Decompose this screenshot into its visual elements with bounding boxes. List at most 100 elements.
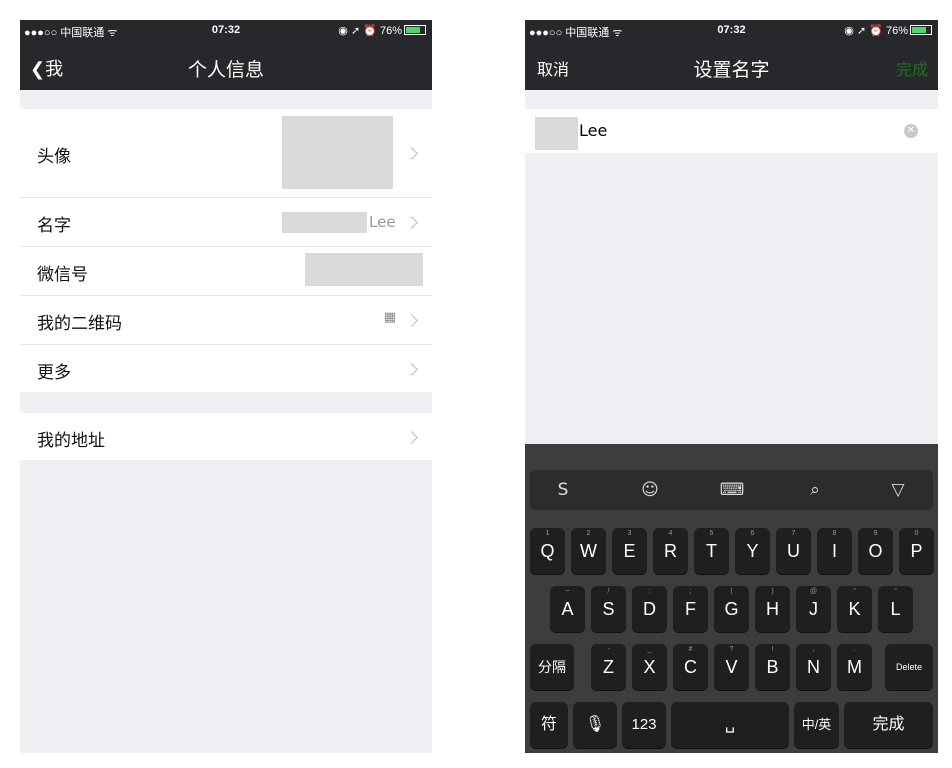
key-hint: ; [689, 588, 692, 595]
chevron-right-icon [405, 147, 418, 160]
qr-code-row[interactable]: 我的二维码 ▦ [20, 296, 432, 345]
key-u[interactable]: 7U [776, 528, 811, 574]
key-r[interactable]: 4R [653, 528, 688, 574]
key-b[interactable]: ! B [755, 644, 790, 690]
key-l[interactable]: “L [878, 586, 913, 632]
key-s[interactable]: / S [591, 586, 626, 632]
key-hint: 2 [586, 530, 591, 537]
chevron-right-icon [405, 314, 418, 327]
key-hint: 1 [545, 530, 550, 537]
key-hint: / [607, 588, 610, 595]
battery-icon [404, 25, 426, 35]
key-hint: “ [894, 588, 897, 595]
key-z[interactable]: -Z [591, 644, 626, 690]
profile-screen: ●●●○○ 中国联通 ᯤ 07:32 ◉ ➚ ⏰ 76% ❮我 个人信息 头像 … [20, 20, 432, 753]
chevron-right-icon [405, 431, 418, 444]
key-hint: 7 [791, 530, 796, 537]
key-hint: , [812, 646, 815, 653]
key-x[interactable]: _ X [632, 644, 667, 690]
key-e[interactable]: 3E [612, 528, 647, 574]
key-t[interactable]: 5T [694, 528, 729, 574]
key-hint: 5 [709, 530, 714, 537]
key-a[interactable]: ~ A [550, 586, 585, 632]
name-row[interactable]: 名字 Lee [20, 198, 432, 247]
number-key[interactable]: 123 [622, 702, 666, 748]
key-m[interactable]: .M [837, 644, 872, 690]
key-hint: 0 [914, 530, 919, 537]
keyboard-icon[interactable]: ⌨ [719, 480, 745, 500]
key-hint: - [607, 646, 610, 653]
key-p[interactable]: 0P [899, 528, 934, 574]
key-n[interactable]: ,N [796, 644, 831, 690]
key-c[interactable]: # C [673, 644, 708, 690]
key-w[interactable]: 2W [571, 528, 606, 574]
row-label-avatar: 头像 [37, 147, 71, 167]
emoji-icon[interactable]: ☺ [637, 480, 663, 500]
chevron-right-icon [405, 363, 418, 376]
key-g[interactable]: (G [714, 586, 749, 632]
wechat-id-row[interactable]: 微信号 [20, 247, 432, 296]
name-value: Lee [369, 213, 396, 231]
profile-list: 头像 名字 Lee 微信号 我的二维码 ▦ 更多 [20, 109, 432, 392]
key-hint: : [648, 588, 651, 595]
row-label-address: 我的地址 [37, 431, 105, 451]
key-v[interactable]: ? V [714, 644, 749, 690]
page-title: 个人信息 [187, 59, 264, 81]
address-group: 我的地址 [20, 413, 432, 460]
separator-key[interactable]: 分隔 [530, 644, 574, 690]
name-input[interactable]: Lee [579, 121, 607, 140]
key-y[interactable]: 6Y [735, 528, 770, 574]
more-row[interactable]: 更多 [20, 345, 432, 392]
key-i[interactable]: 8I [817, 528, 852, 574]
key-hint: ? [729, 646, 734, 653]
key-hint: @ [809, 588, 818, 595]
status-bar: ●●●○○ 中国联通 ᯤ 07:32 ◉ ➚ ⏰ 76% [525, 20, 938, 42]
address-row[interactable]: 我的地址 [20, 413, 432, 460]
key-o[interactable]: 9O [858, 528, 893, 574]
row-label-wechat-id: 微信号 [37, 265, 88, 285]
avatar [282, 116, 393, 189]
key-label: 🎙 [584, 716, 606, 733]
keyboard: S ☺ ⌨ ⌕ ▽ 1 Q 2 W 3 E 4 R 5 T 6 Y 7 U 8 I 9 O 0 P ~ A / S: D; F(G… [525, 444, 938, 753]
key-j[interactable]: @ J [796, 586, 831, 632]
name-input-row: Lee ✕ [525, 109, 938, 153]
key-hint: " [853, 588, 856, 595]
key-hint: 8 [832, 530, 837, 537]
key-hint: _ [647, 646, 652, 653]
key-label: 中/英 [801, 717, 832, 732]
search-icon[interactable]: ⌕ [802, 480, 828, 500]
key-hint: . [853, 646, 856, 653]
set-name-screen: ●●●○○ 中国联通 ᯤ 07:32 ◉ ➚ ⏰ 76% 取消 设置名字 完成 … [525, 20, 938, 753]
status-bar: ●●●○○ 中国联通 ᯤ 07:32 ◉ ➚ ⏰ 76% [20, 20, 432, 42]
done-key[interactable]: 完成 [844, 702, 933, 748]
redacted-name [282, 212, 367, 233]
key-d[interactable]: :D [632, 586, 667, 632]
key-label: Delete [895, 662, 922, 672]
key-hint: 3 [627, 530, 632, 537]
redacted-wechat-id [305, 253, 423, 286]
key-label: ␣ [724, 716, 736, 733]
key-hint: 6 [750, 530, 755, 537]
done-button[interactable]: 完成 [896, 56, 928, 80]
key-f[interactable]: ; F [673, 586, 708, 632]
keyboard-toolbar: S ☺ ⌨ ⌕ ▽ [530, 470, 933, 510]
collapse-keyboard-icon[interactable]: ▽ [885, 480, 911, 500]
key-h[interactable]: ) H [755, 586, 790, 632]
space-key[interactable]: ␣ [671, 702, 789, 748]
key-hint: ! [771, 646, 774, 653]
sogou-logo-icon[interactable]: S [550, 480, 576, 500]
status-indicators: ◉ ➚ ⏰ 76% [844, 24, 932, 37]
redacted-name-prefix [535, 117, 578, 150]
symbol-key[interactable]: 符 [530, 702, 568, 748]
language-toggle-key[interactable]: 中/英 [794, 702, 839, 748]
microphone-key[interactable]: 🎙 [573, 702, 617, 748]
clear-icon[interactable]: ✕ [904, 124, 918, 138]
nav-bar: 取消 设置名字 完成 [525, 42, 938, 90]
delete-key[interactable]: Delete [885, 644, 933, 690]
key-q[interactable]: 1Q [530, 528, 565, 574]
key-k[interactable]: " K [837, 586, 872, 632]
status-indicators: ◉ ➚ ⏰ 76% [338, 24, 426, 37]
key-hint: ~ [565, 588, 570, 595]
key-label: 符 [540, 716, 557, 733]
avatar-row[interactable]: 头像 [20, 109, 432, 198]
